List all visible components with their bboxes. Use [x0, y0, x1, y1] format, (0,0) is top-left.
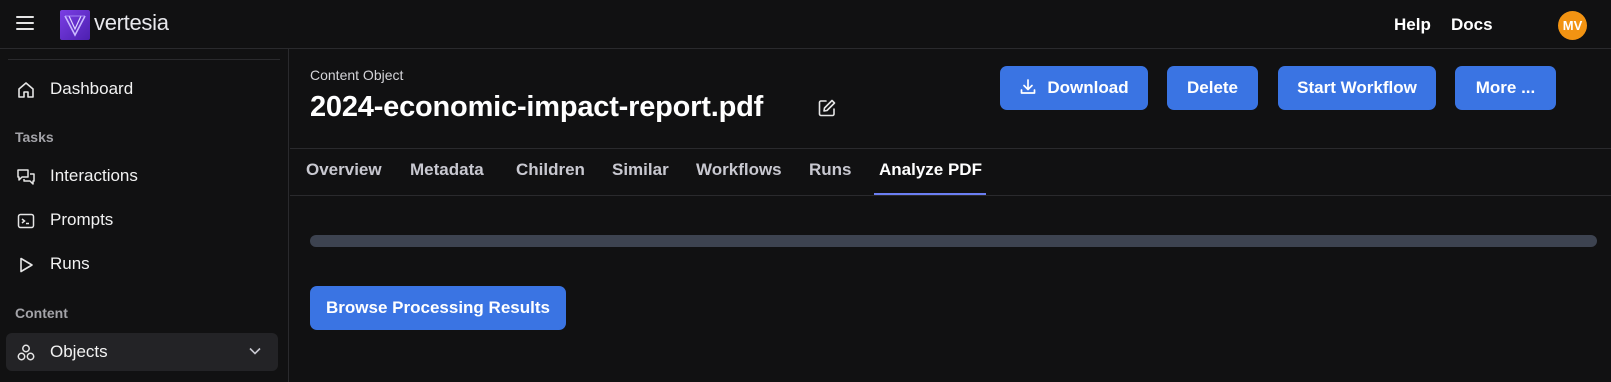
- section-label-content: Content: [15, 305, 68, 321]
- sidebar-item-runs[interactable]: Runs: [6, 245, 278, 283]
- sidebar-item-label: Interactions: [50, 166, 138, 185]
- top-bar: vertesia Help Docs MV: [0, 0, 1611, 49]
- sidebar: Dashboard Tasks Interactions Prompts Run…: [0, 49, 289, 382]
- progress-bar: [310, 235, 1597, 247]
- object-type-label: Content Object: [310, 67, 404, 83]
- start-workflow-button[interactable]: Start Workflow: [1278, 66, 1436, 110]
- main-content: Content Object 2024-economic-impact-repo…: [290, 49, 1611, 382]
- download-label: Download: [1047, 78, 1129, 97]
- tab-runs[interactable]: Runs: [809, 160, 852, 196]
- tab-metadata[interactable]: Metadata: [410, 160, 484, 196]
- chevron-down-icon[interactable]: [248, 346, 262, 356]
- help-link[interactable]: Help: [1394, 15, 1431, 35]
- download-icon: [1021, 79, 1036, 94]
- play-icon: [20, 257, 33, 273]
- hamburger-menu-icon[interactable]: [16, 16, 34, 32]
- cubes-icon: [17, 344, 35, 361]
- progress-bar-fill: [310, 235, 1597, 247]
- home-icon: [18, 82, 34, 98]
- docs-link[interactable]: Docs: [1451, 15, 1493, 35]
- tab-analyze-pdf[interactable]: Analyze PDF: [879, 160, 982, 196]
- page-title: 2024-economic-impact-report.pdf: [310, 91, 764, 123]
- vertesia-logo-icon[interactable]: [60, 10, 90, 40]
- sidebar-item-interactions[interactable]: Interactions: [6, 157, 278, 195]
- tab-workflows[interactable]: Workflows: [696, 160, 782, 196]
- sidebar-item-objects[interactable]: Objects: [6, 333, 278, 371]
- browse-processing-results-button[interactable]: Browse Processing Results: [310, 286, 566, 330]
- download-button[interactable]: Download: [1000, 66, 1148, 110]
- active-tab-indicator: [874, 193, 986, 195]
- sidebar-item-label: Dashboard: [50, 79, 134, 98]
- more-button[interactable]: More ...: [1455, 66, 1556, 110]
- user-avatar[interactable]: MV: [1558, 11, 1587, 40]
- tab-children[interactable]: Children: [516, 160, 585, 196]
- terminal-icon: [17, 213, 35, 229]
- sidebar-item-prompts[interactable]: Prompts: [6, 201, 278, 239]
- section-label-tasks: Tasks: [15, 129, 54, 145]
- chat-bubbles-icon: [17, 169, 35, 185]
- sidebar-item-label: Runs: [50, 254, 90, 273]
- sidebar-item-label: Prompts: [50, 210, 114, 229]
- app-logo-text: vertesia: [94, 10, 169, 35]
- edit-icon[interactable]: [817, 98, 837, 118]
- tab-overview[interactable]: Overview: [306, 160, 382, 196]
- sidebar-item-label: Objects: [50, 342, 108, 361]
- sidebar-item-dashboard[interactable]: Dashboard: [6, 70, 278, 108]
- tab-bar: Overview Metadata Children Similar Workf…: [290, 148, 1611, 196]
- sidebar-divider: [8, 59, 280, 60]
- tab-similar[interactable]: Similar: [612, 160, 669, 196]
- delete-button[interactable]: Delete: [1167, 66, 1258, 110]
